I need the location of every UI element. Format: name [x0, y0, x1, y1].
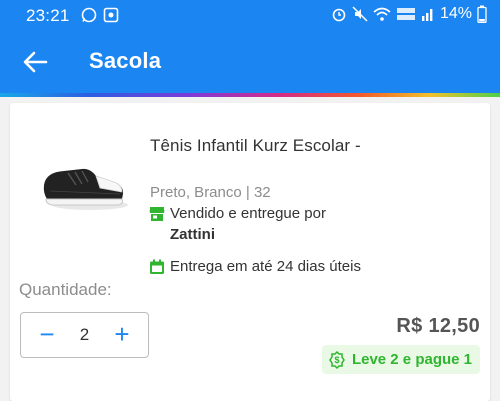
- arrow-left-icon[interactable]: [22, 50, 48, 74]
- quantity-label: Quantidade:: [19, 280, 112, 299]
- increase-quantity-button[interactable]: +: [102, 313, 142, 357]
- seller-name[interactable]: Zattini: [170, 226, 326, 243]
- product-variant: Preto, Branco | 32: [150, 184, 271, 201]
- quantity-value: 2: [79, 325, 90, 344]
- signal-icon: [421, 9, 433, 21]
- coupon-icon: $: [329, 350, 345, 369]
- mute-icon: [352, 6, 368, 22]
- cart-item-card: Tênis Infantil Kurz Escolar - Preto, Bra…: [10, 103, 490, 401]
- gallery-icon: [103, 7, 119, 23]
- promo-badge[interactable]: $ Leve 2 e pague 1: [321, 345, 480, 374]
- whatsapp-icon: [81, 7, 97, 23]
- delivery-text: Entrega em até 24 dias úteis: [170, 258, 361, 275]
- seller-text: Vendido e entregue por Zattini: [170, 205, 326, 243]
- volte-icon: [396, 8, 415, 20]
- seller-info: Vendido e entregue por Zattini: [149, 205, 326, 243]
- svg-text:$: $: [334, 355, 339, 365]
- promo-text: Leve 2 e pague 1: [351, 351, 472, 368]
- status-bar: 23:21 14%: [0, 0, 500, 31]
- sneaker-image[interactable]: [30, 155, 132, 215]
- battery-percent: 14%: [439, 5, 472, 22]
- status-time: 23:21: [26, 6, 70, 25]
- app-bar: Sacola: [0, 31, 500, 93]
- battery-icon: [477, 5, 487, 23]
- brand-gradient-bar: [0, 93, 500, 97]
- status-left-icons: [81, 7, 119, 23]
- alarm-icon: [332, 8, 346, 22]
- page-title: Sacola: [89, 48, 162, 73]
- item-price: R$ 12,50: [396, 315, 480, 337]
- store-icon: [149, 207, 165, 221]
- calendar-icon: [150, 259, 164, 274]
- sold-by-label: Vendido e entregue por: [170, 205, 326, 222]
- wifi-icon: [373, 7, 391, 21]
- status-right: 14%: [331, 5, 487, 23]
- quantity-stepper[interactable]: − 2 +: [20, 312, 149, 358]
- product-name[interactable]: Tênis Infantil Kurz Escolar -: [150, 136, 361, 156]
- delivery-info: Entrega em até 24 dias úteis: [149, 258, 361, 275]
